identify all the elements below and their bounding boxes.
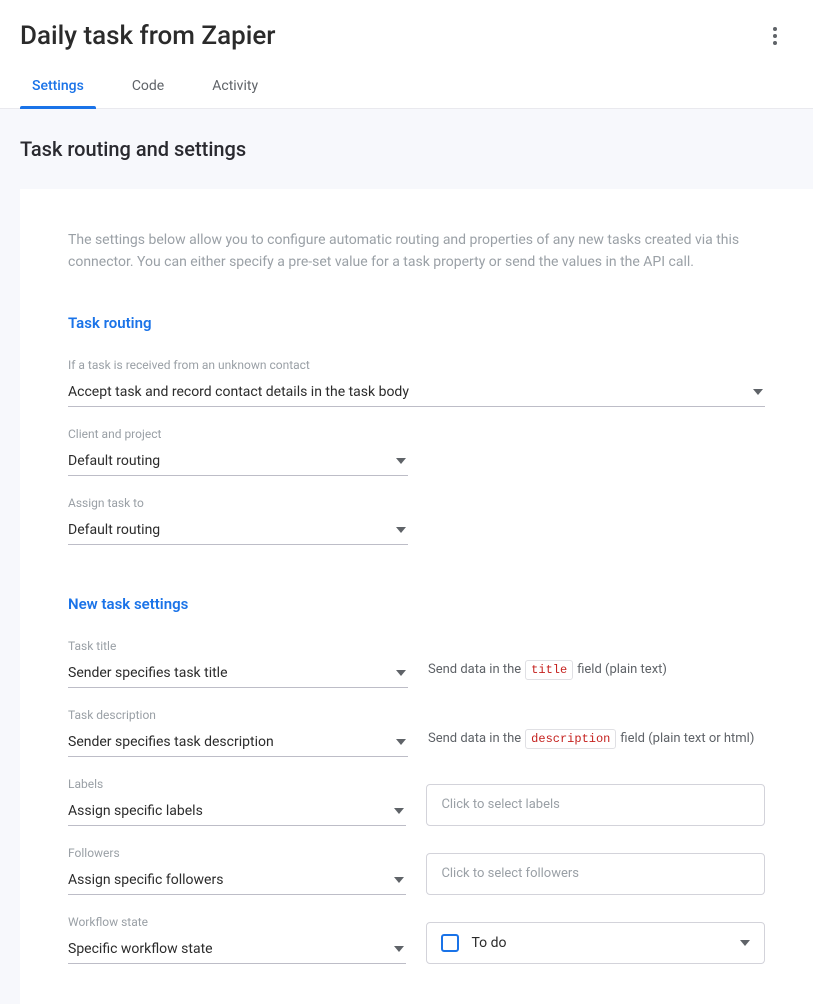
- task-description-select[interactable]: Sender specifies task description: [68, 728, 408, 757]
- task-description-label: Task description: [68, 708, 408, 722]
- tab-settings[interactable]: Settings: [8, 64, 108, 108]
- chevron-down-icon: [394, 946, 404, 952]
- labels-select[interactable]: Assign specific labels: [68, 797, 406, 826]
- chevron-down-icon: [396, 739, 406, 745]
- tabs: Settings Code Activity: [0, 64, 813, 109]
- client-project-select[interactable]: Default routing: [68, 447, 408, 476]
- chevron-down-icon: [396, 458, 406, 464]
- labels-value: Assign specific labels: [68, 803, 203, 819]
- chevron-down-icon: [753, 389, 763, 395]
- unknown-contact-label: If a task is received from an unknown co…: [68, 358, 765, 372]
- new-task-settings-heading: New task settings: [68, 595, 765, 613]
- chevron-down-icon: [394, 877, 404, 883]
- more-menu-button[interactable]: [757, 18, 793, 54]
- followers-value: Assign specific followers: [68, 872, 223, 888]
- intro-text: The settings below allow you to configur…: [68, 229, 748, 274]
- client-project-value: Default routing: [68, 453, 160, 469]
- checkbox-icon: [441, 934, 459, 952]
- tab-code[interactable]: Code: [108, 64, 188, 108]
- chevron-down-icon: [740, 940, 750, 946]
- vertical-dots-icon: [773, 27, 777, 45]
- unknown-contact-select[interactable]: Accept task and record contact details i…: [68, 378, 765, 407]
- page-title: Daily task from Zapier: [20, 21, 275, 51]
- workflow-state-dropdown[interactable]: To do: [426, 922, 765, 964]
- task-routing-heading: Task routing: [68, 314, 765, 332]
- section-title: Task routing and settings: [0, 109, 813, 189]
- labels-label: Labels: [68, 777, 406, 791]
- task-description-hint: Send data in the description field (plai…: [428, 721, 754, 757]
- followers-select[interactable]: Assign specific followers: [68, 866, 406, 895]
- unknown-contact-value: Accept task and record contact details i…: [68, 384, 409, 400]
- workflow-select[interactable]: Specific workflow state: [68, 935, 406, 964]
- workflow-label: Workflow state: [68, 915, 406, 929]
- followers-picker[interactable]: Click to select followers: [426, 853, 765, 895]
- tab-activity[interactable]: Activity: [188, 64, 282, 108]
- task-description-value: Sender specifies task description: [68, 734, 274, 750]
- followers-label: Followers: [68, 846, 406, 860]
- assign-to-label: Assign task to: [68, 496, 408, 510]
- chevron-down-icon: [396, 670, 406, 676]
- client-project-label: Client and project: [68, 427, 408, 441]
- title-code: title: [525, 660, 573, 680]
- task-title-value: Sender specifies task title: [68, 665, 228, 681]
- chevron-down-icon: [396, 527, 406, 533]
- workflow-state-value: To do: [471, 935, 506, 951]
- task-title-hint: Send data in the title field (plain text…: [428, 652, 667, 688]
- assign-to-select[interactable]: Default routing: [68, 516, 408, 545]
- labels-picker[interactable]: Click to select labels: [426, 784, 765, 826]
- task-title-select[interactable]: Sender specifies task title: [68, 659, 408, 688]
- task-title-label: Task title: [68, 639, 408, 653]
- workflow-value: Specific workflow state: [68, 941, 213, 957]
- assign-to-value: Default routing: [68, 522, 160, 538]
- description-code: description: [525, 729, 616, 749]
- chevron-down-icon: [394, 808, 404, 814]
